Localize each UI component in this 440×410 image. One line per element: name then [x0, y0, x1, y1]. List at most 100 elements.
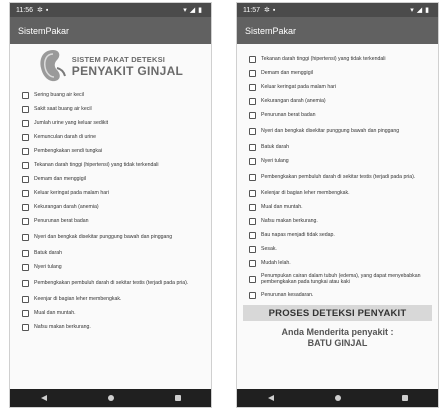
symptom-checkbox[interactable]: Pembengkakan pembuluh darah di sekitar t…: [249, 168, 432, 186]
symptom-label: Keluar keringat pada malam hari: [261, 84, 336, 90]
checkbox-box[interactable]: [249, 259, 256, 267]
checkbox-box[interactable]: [22, 263, 29, 271]
back-icon[interactable]: [40, 395, 47, 401]
symptom-label: Pembengkakan sendi tungkai: [34, 148, 103, 154]
symptom-checkbox[interactable]: Mudah lelah.: [249, 256, 432, 270]
symptom-checkbox[interactable]: Sakit saat buang air kecil: [22, 102, 205, 116]
symptom-checkbox[interactable]: Sering buang air kecil: [22, 88, 205, 102]
app-logo: SISTEM PAKAT DETEKSI PENYAKIT GINJAL: [10, 44, 211, 88]
symptom-label: Kelenjar di bagian leher membengkak.: [261, 190, 350, 196]
symptom-checkbox[interactable]: Nyeri tulang: [249, 154, 432, 168]
home-icon[interactable]: [334, 395, 341, 401]
checkbox-box[interactable]: [249, 173, 256, 181]
symptom-checkbox[interactable]: Nyeri dan bengkak disekitar punggung baw…: [22, 228, 205, 246]
symptom-checkbox[interactable]: Mual dan muntah.: [249, 200, 432, 214]
process-detection-button[interactable]: PROSES DETEKSI PENYAKIT: [243, 305, 432, 321]
symptom-checkbox[interactable]: Jumlah urine yang keluar sedikit: [22, 116, 205, 130]
gear-icon: ✲: [37, 7, 43, 14]
symptom-label: Nyeri dan bengkak disekitar punggung baw…: [34, 234, 173, 240]
navigation-bar: [10, 389, 211, 407]
kidney-icon: [40, 50, 66, 82]
checkbox-box[interactable]: [22, 119, 29, 127]
checkbox-box[interactable]: [22, 105, 29, 113]
checkbox-box[interactable]: [249, 55, 256, 63]
symptom-checkbox[interactable]: Tekanan darah tinggi (hipertensi) yang t…: [22, 158, 205, 172]
checkbox-box[interactable]: [22, 91, 29, 99]
symptom-checkbox[interactable]: Keluar keringat pada malam hari: [249, 80, 432, 94]
checkbox-box[interactable]: [249, 217, 256, 225]
symptom-label: Nyeri tulang: [261, 158, 289, 164]
checkbox-box[interactable]: [22, 279, 29, 287]
symptom-checkbox[interactable]: Nafsu makan berkurang.: [22, 320, 205, 334]
symptom-checkbox[interactable]: Sesak.: [249, 242, 432, 256]
recent-apps-icon[interactable]: [401, 395, 408, 401]
symptom-label: Batuk darah: [261, 144, 289, 150]
symptom-checkbox[interactable]: Tekanan darah tinggi (hipertensi) yang t…: [249, 52, 432, 66]
symptom-checkbox[interactable]: Kekurangan darah (anemia): [22, 200, 205, 214]
phone-screen-right: 11:57 ✲ ▪ ▾ ◢ ▮ SistemPakar Tekanan dara…: [236, 2, 439, 408]
symptom-label: Demam dan menggigil: [261, 70, 313, 76]
home-icon[interactable]: [107, 395, 114, 401]
symptom-checkbox[interactable]: Penurunan berat badan: [249, 108, 432, 122]
symptom-checkbox[interactable]: Pembengkakan sendi tungkai: [22, 144, 205, 158]
symptom-label: Nyeri tulang: [34, 264, 62, 270]
checkbox-box[interactable]: [249, 189, 256, 197]
app-title: SistemPakar: [245, 25, 297, 36]
symptom-checkbox[interactable]: Nafsu makan berkurang.: [249, 214, 432, 228]
checkbox-box[interactable]: [249, 111, 256, 119]
checkbox-box[interactable]: [22, 133, 29, 141]
symptom-label: Mual dan muntah.: [34, 310, 76, 316]
symptom-checkbox[interactable]: Kemunculan darah di urine: [22, 130, 205, 144]
recent-apps-icon[interactable]: [174, 395, 181, 401]
symptom-checkbox[interactable]: Kelenjar di bagian leher membengkak.: [249, 186, 432, 200]
symptom-label: Keluar keringat pada malam hari: [34, 190, 109, 196]
symptom-label: Penurunan berat badan: [261, 112, 316, 118]
checkbox-box[interactable]: [22, 189, 29, 197]
symptom-label: Demam dan menggigil: [34, 176, 86, 182]
checkbox-box[interactable]: [249, 245, 256, 253]
symptom-checkbox[interactable]: Keluar keringat pada malam hari: [22, 186, 205, 200]
checkbox-box[interactable]: [22, 175, 29, 183]
checkbox-box[interactable]: [22, 323, 29, 331]
symptom-label: Batuk darah: [34, 250, 62, 256]
symptom-checkbox[interactable]: Nyeri tulang: [22, 260, 205, 274]
symptom-checkbox[interactable]: Batuk darah: [249, 140, 432, 154]
symptom-checkbox[interactable]: Kekurangan darah (anemia): [249, 94, 432, 108]
symptom-checkbox[interactable]: Keenjar di bagian leher membengkak.: [22, 292, 205, 306]
checkbox-box[interactable]: [249, 275, 256, 283]
checkbox-box[interactable]: [249, 127, 256, 135]
symptom-list: Sering buang air kecil Sakit saat buang …: [10, 88, 211, 334]
symptom-checkbox[interactable]: Mual dan muntah.: [22, 306, 205, 320]
symptom-checkbox[interactable]: Pembengkakan pembuluh darah di sekitar t…: [22, 274, 205, 292]
symptom-label: Kekurangan darah (anemia): [261, 98, 326, 104]
result-prefix: Anda Menderita penyakit :: [281, 327, 394, 337]
symptom-checkbox[interactable]: Penurunan kesadaran.: [249, 288, 432, 302]
checkbox-box[interactable]: [22, 233, 29, 241]
checkbox-box[interactable]: [249, 291, 256, 299]
symptom-label: Kemunculan darah di urine: [34, 134, 97, 140]
symptom-checkbox[interactable]: Batuk darah: [22, 246, 205, 260]
checkbox-box[interactable]: [249, 143, 256, 151]
checkbox-box[interactable]: [22, 249, 29, 257]
checkbox-box[interactable]: [249, 69, 256, 77]
checkbox-box[interactable]: [249, 231, 256, 239]
symptom-label: Nafsu makan berkurang.: [34, 324, 91, 330]
checkbox-box[interactable]: [249, 203, 256, 211]
checkbox-box[interactable]: [22, 161, 29, 169]
checkbox-box[interactable]: [22, 309, 29, 317]
symptom-checkbox[interactable]: Bau napas menjadi tidak sedap.: [249, 228, 432, 242]
symptom-checkbox[interactable]: Nyeri dan bengkak disekitar punggung baw…: [249, 122, 432, 140]
checkbox-box[interactable]: [22, 203, 29, 211]
symptom-checkbox[interactable]: Penurunan berat badan: [22, 214, 205, 228]
symptom-checkbox[interactable]: Penumpukan cairan dalam tubuh (edema), y…: [249, 270, 432, 288]
checkbox-box[interactable]: [249, 97, 256, 105]
checkbox-box[interactable]: [22, 217, 29, 225]
checkbox-box[interactable]: [249, 83, 256, 91]
checkbox-box[interactable]: [22, 147, 29, 155]
phone-screen-left: 11:56 ✲ ▪ ▾ ◢ ▮ SistemPakar SISTEM PAKAT…: [9, 2, 212, 408]
checkbox-box[interactable]: [22, 295, 29, 303]
symptom-checkbox[interactable]: Demam dan menggigil: [22, 172, 205, 186]
back-icon[interactable]: [267, 395, 274, 401]
symptom-checkbox[interactable]: Demam dan menggigil: [249, 66, 432, 80]
checkbox-box[interactable]: [249, 157, 256, 165]
